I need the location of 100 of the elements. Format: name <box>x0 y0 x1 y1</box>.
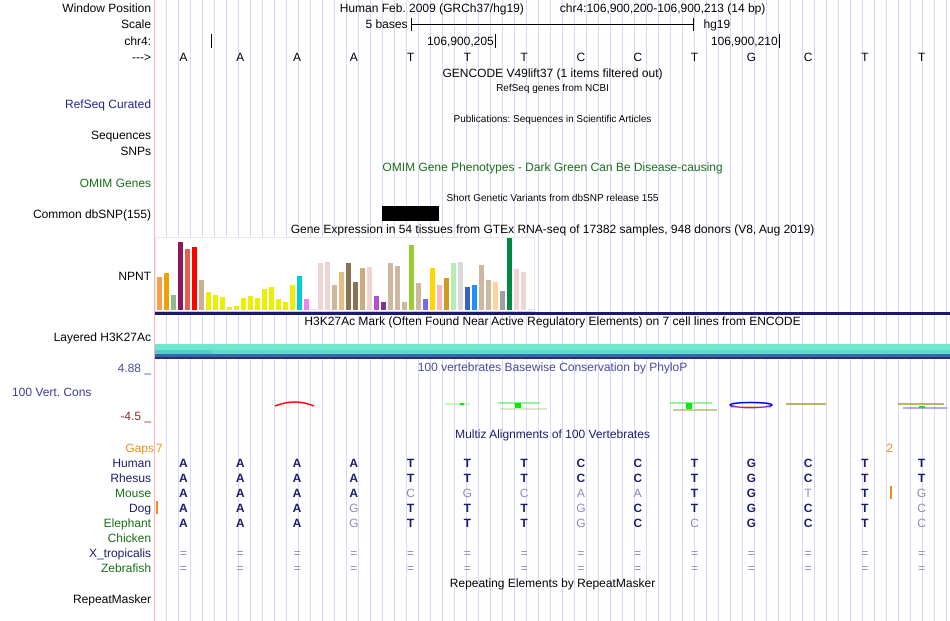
track-title: H3K27Ac Mark (Often Found Near Active Regulatory Elements) on 7 cell lines from ENCODE <box>304 314 801 328</box>
track-label[interactable]: Sequences <box>90 128 154 142</box>
base-letter: C <box>633 456 642 470</box>
snp-bar[interactable] <box>382 206 439 221</box>
base-letter: = <box>520 546 528 560</box>
base-letter: = <box>464 546 471 560</box>
base-letter: T <box>918 470 926 484</box>
base-letter: T <box>690 486 698 500</box>
base-letter: C <box>633 516 642 530</box>
base-letter: = <box>918 546 926 560</box>
track-label: Gaps <box>125 442 154 455</box>
track-label[interactable]: RepeatMasker <box>72 592 154 606</box>
base-letter: T <box>520 456 528 470</box>
track-title: Short Genetic Variants from dbSNP release 155 <box>446 192 658 204</box>
base-letter: = <box>690 560 698 574</box>
base-letter: A <box>179 50 188 64</box>
base-letter: = <box>634 546 642 560</box>
base-letter: G <box>746 456 756 470</box>
base-letter: A <box>349 456 358 470</box>
base-letter: A <box>292 456 302 470</box>
base-letter: C <box>576 50 586 64</box>
base-letter: T <box>464 470 471 484</box>
track-title: RefSeq genes from NCBI <box>496 82 609 94</box>
base-letter: A <box>179 486 188 500</box>
base-letter: = <box>180 546 187 560</box>
position-tick: 106,900,205 <box>426 34 496 48</box>
base-letter: A <box>179 456 188 470</box>
base-letter: T <box>690 470 698 484</box>
base-letter: C <box>576 470 586 484</box>
base-letter: C <box>917 500 926 514</box>
base-letter: = <box>577 560 584 574</box>
base-letter: A <box>236 500 244 514</box>
base-letter: C <box>690 516 699 530</box>
base-letter: C <box>804 456 812 470</box>
base-letter: = <box>236 560 244 574</box>
species-label: X_tropicalis <box>88 546 152 560</box>
base-letter: T <box>861 456 868 470</box>
base-letter: C <box>633 470 642 484</box>
base-letter: T <box>520 500 528 514</box>
base-letter: C <box>804 50 812 64</box>
species-label: Mouse <box>114 486 152 500</box>
track-label[interactable]: SNPs <box>120 144 154 158</box>
base-letter: T <box>464 50 471 64</box>
base-letter: T <box>861 50 868 64</box>
base-letter: A <box>576 486 585 500</box>
base-letter: A <box>634 486 642 500</box>
base-letter: A <box>292 470 302 484</box>
base-letter: G <box>746 486 756 500</box>
base-letter: T <box>918 50 926 64</box>
track-label[interactable]: RefSeq Curated <box>64 97 154 111</box>
base-letter: T <box>406 500 414 514</box>
base-letter: T <box>520 470 528 484</box>
base-letter: T <box>861 516 868 530</box>
gene-label: NPNT <box>118 269 152 283</box>
track-label: chr4: <box>124 34 152 48</box>
base-letter: = <box>236 546 244 560</box>
track-title: 100 vertebrates Basewise Conservation by PhyloP <box>418 360 688 375</box>
species-label: Rhesus <box>110 470 152 484</box>
axis-min: -4.5 _ <box>120 409 151 423</box>
base-letter: T <box>406 50 414 64</box>
track-label[interactable]: OMIM Genes <box>80 176 154 190</box>
base-letter: A <box>179 470 188 484</box>
species-label: Zebrafish <box>100 560 152 574</box>
track-title: Gene Expression in 54 tissues from GTEx RNA-seq of 17382 samples, 948 donors (V8, Aug 2019) <box>290 222 814 236</box>
base-letter: A <box>292 500 302 514</box>
base-letter: C <box>804 470 812 484</box>
base-letter: = <box>804 560 812 574</box>
base-letter: = <box>293 546 300 560</box>
track-title: Repeating Elements by RepeatMasker <box>450 576 656 590</box>
base-letter: G <box>746 470 756 484</box>
base-letter: T <box>464 516 471 530</box>
scale-assembly: hg19 <box>702 17 730 31</box>
track-label[interactable]: Common dbSNP(155) <box>32 206 154 220</box>
base-letter: T <box>861 470 868 484</box>
gap-count: 2 <box>886 442 894 455</box>
base-letter: G <box>576 516 586 530</box>
base-letter: T <box>464 456 471 470</box>
base-letter: G <box>576 500 586 514</box>
base-letter: A <box>349 470 358 484</box>
base-letter: G <box>916 486 926 500</box>
base-letter: = <box>690 546 698 560</box>
base-letter: A <box>236 516 244 530</box>
species-label: Human <box>112 456 152 470</box>
track-label[interactable]: Layered H3K27Ac <box>54 329 154 344</box>
base-letter: = <box>464 560 471 574</box>
base-letter: A <box>236 456 244 470</box>
axis-max: 4.88 _ <box>118 361 151 375</box>
base-letter: C <box>804 516 812 530</box>
position-tick: 106,900,210 <box>710 34 780 48</box>
base-letter: G <box>746 516 756 530</box>
base-letter: G <box>349 500 358 514</box>
base-letter: A <box>236 50 244 64</box>
base-letter: T <box>406 470 414 484</box>
base-letter: A <box>179 500 188 514</box>
base-letter: C <box>576 456 586 470</box>
base-letter: C <box>917 516 926 530</box>
track-label[interactable]: 100 Vert. Cons <box>0 385 92 399</box>
base-letter: A <box>292 486 302 500</box>
base-letter: G <box>462 486 472 500</box>
base-letter: = <box>748 546 755 560</box>
